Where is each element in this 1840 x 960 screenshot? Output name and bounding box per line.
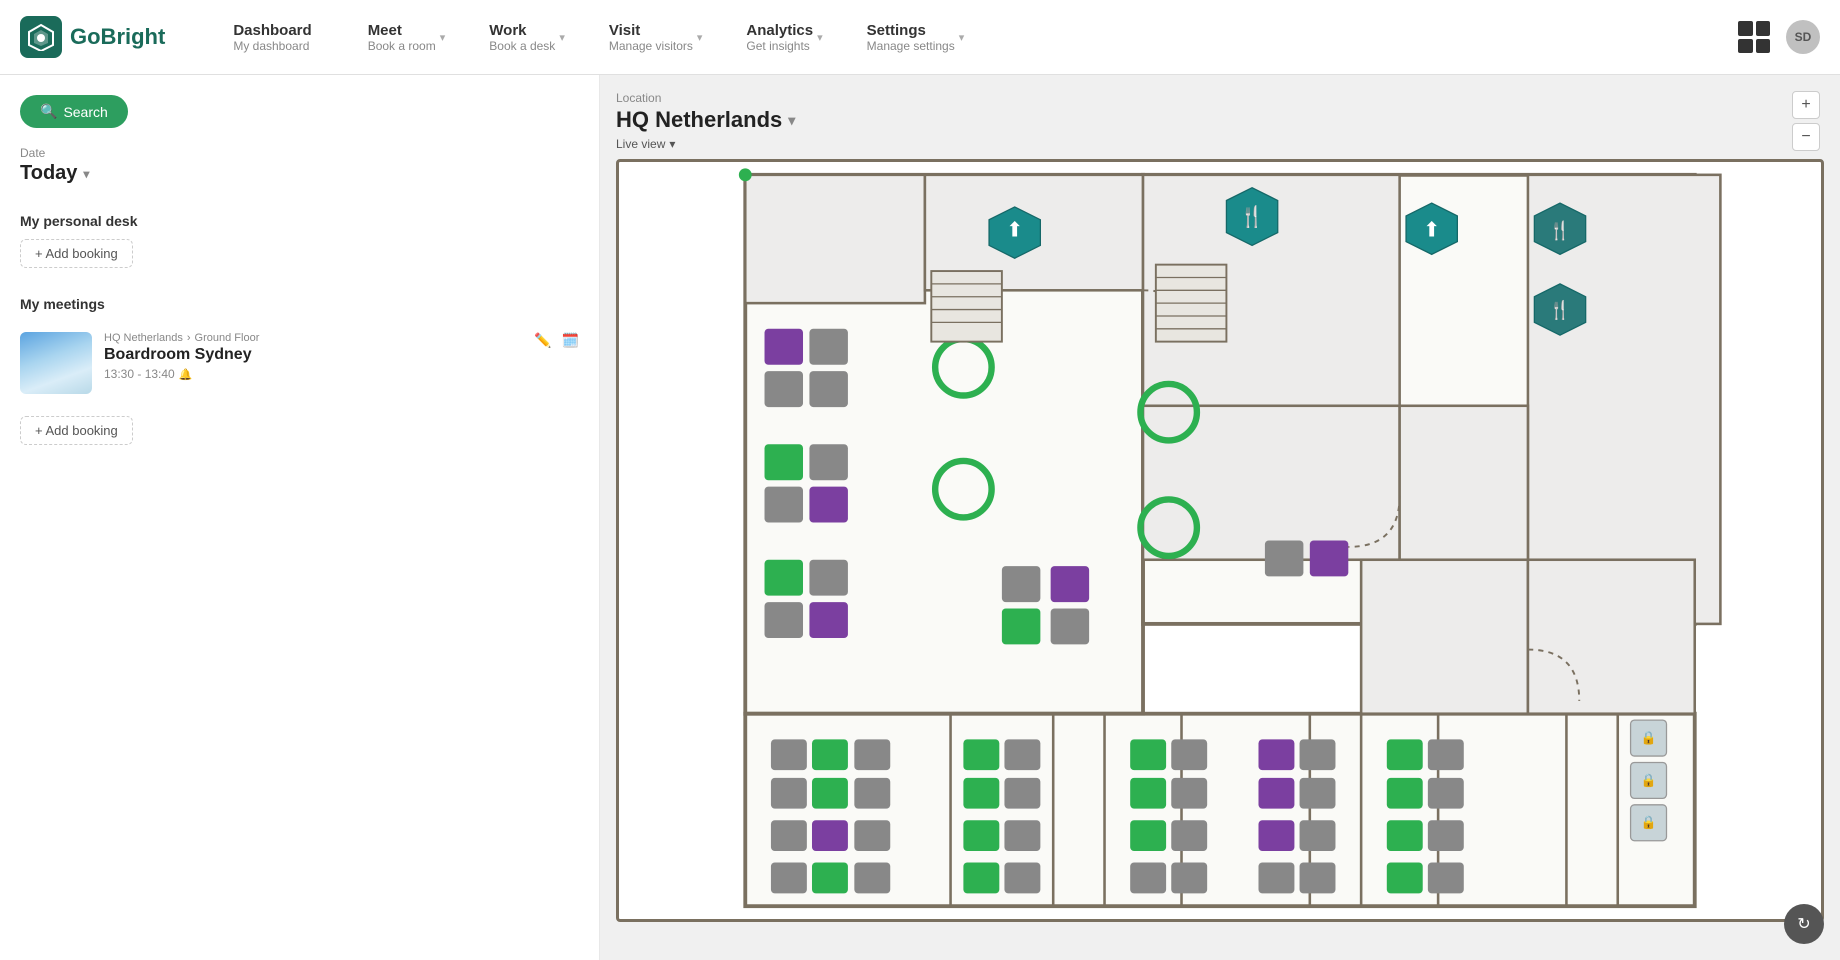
add-meeting-section: + Add booking [20, 416, 579, 445]
date-section: Date Today ▾ [20, 146, 579, 185]
nav-item-settings[interactable]: Settings Manage settings ▾ [839, 22, 981, 53]
meeting-image [20, 332, 92, 394]
nav-item-work[interactable]: Work Book a desk ▾ [461, 22, 581, 53]
my-meetings-title: My meetings [20, 296, 579, 312]
add-meeting-booking-button[interactable]: + Add booking [20, 416, 133, 445]
svg-text:🔒: 🔒 [1641, 730, 1657, 745]
work-chevron-icon: ▾ [559, 31, 565, 44]
meet-chevron-icon: ▾ [440, 31, 446, 44]
add-personal-desk-booking-button[interactable]: + Add booking [20, 239, 133, 268]
nav-item-visit[interactable]: Visit Manage visitors ▾ [581, 22, 719, 53]
personal-desk-title: My personal desk [20, 213, 579, 229]
main-content: 🔍 Search Date Today ▾ My personal desk +… [0, 75, 1840, 960]
edit-icon[interactable]: ✏️ [534, 332, 551, 349]
bell-icon: 🔔 [179, 368, 193, 381]
visit-chevron-icon: ▾ [697, 31, 703, 44]
location-chevron-icon: ▾ [788, 112, 795, 129]
date-chevron-icon: ▾ [83, 167, 89, 181]
refresh-icon: ↻ [1797, 914, 1810, 934]
location-label: Location [616, 91, 1824, 105]
user-avatar[interactable]: SD [1786, 20, 1820, 54]
refresh-button[interactable]: ↻ [1784, 904, 1824, 944]
location-selector[interactable]: HQ Netherlands ▾ [616, 107, 1824, 133]
map-controls: + − [1792, 91, 1820, 151]
nav-item-analytics[interactable]: Analytics Get insights ▾ [718, 22, 838, 53]
svg-text:🍴: 🍴 [1549, 299, 1571, 321]
svg-text:🔒: 🔒 [1641, 772, 1657, 787]
header-right: SD [1738, 20, 1820, 54]
svg-text:⬆: ⬆ [1006, 218, 1023, 241]
analytics-chevron-icon: ▾ [817, 31, 823, 44]
map-header: Location HQ Netherlands ▾ Live view ▾ [616, 91, 1824, 151]
meeting-actions: ✏️ 🗓️ [534, 332, 579, 349]
map-area: Location HQ Netherlands ▾ Live view ▾ + … [600, 75, 1840, 960]
meeting-info: HQ Netherlands › Ground Floor Boardroom … [104, 332, 579, 381]
svg-text:⬆: ⬆ [1423, 218, 1440, 241]
settings-chevron-icon: ▾ [959, 31, 965, 44]
header: GoBright Dashboard My dashboard Meet Boo… [0, 0, 1840, 75]
nav-item-meet[interactable]: Meet Book a room ▾ [340, 22, 462, 53]
nav-item-dashboard[interactable]: Dashboard My dashboard [205, 22, 339, 53]
meeting-card: HQ Netherlands › Ground Floor Boardroom … [20, 322, 579, 404]
logo[interactable]: GoBright [20, 16, 165, 58]
meeting-breadcrumb: HQ Netherlands › Ground Floor [104, 332, 579, 344]
search-button[interactable]: 🔍 Search [20, 95, 128, 128]
logo-icon [20, 16, 62, 58]
logo-text: GoBright [70, 24, 165, 50]
svg-text:🍴: 🍴 [1549, 219, 1571, 241]
main-nav: Dashboard My dashboard Meet Book a room … [205, 22, 1738, 53]
zoom-out-button[interactable]: − [1792, 123, 1820, 151]
svg-text:🔒: 🔒 [1641, 815, 1657, 830]
sidebar: 🔍 Search Date Today ▾ My personal desk +… [0, 75, 600, 960]
floor-plan-svg: ⬆ 🍴 ⬆ 🍴 🍴 [619, 162, 1821, 919]
meeting-time: 13:30 - 13:40 🔔 [104, 367, 579, 381]
search-icon: 🔍 [40, 103, 57, 120]
map-pin-icon[interactable]: 🗓️ [562, 332, 579, 349]
date-picker[interactable]: Today ▾ [20, 162, 579, 185]
meeting-name: Boardroom Sydney [104, 346, 579, 364]
zoom-in-button[interactable]: + [1792, 91, 1820, 119]
live-view-chevron-icon: ▾ [669, 137, 675, 151]
grid-icon[interactable] [1738, 21, 1770, 53]
svg-text:🍴: 🍴 [1239, 205, 1265, 230]
floor-plan[interactable]: ⬆ 🍴 ⬆ 🍴 🍴 [616, 159, 1824, 922]
live-view-toggle[interactable]: Live view ▾ [616, 137, 1824, 151]
